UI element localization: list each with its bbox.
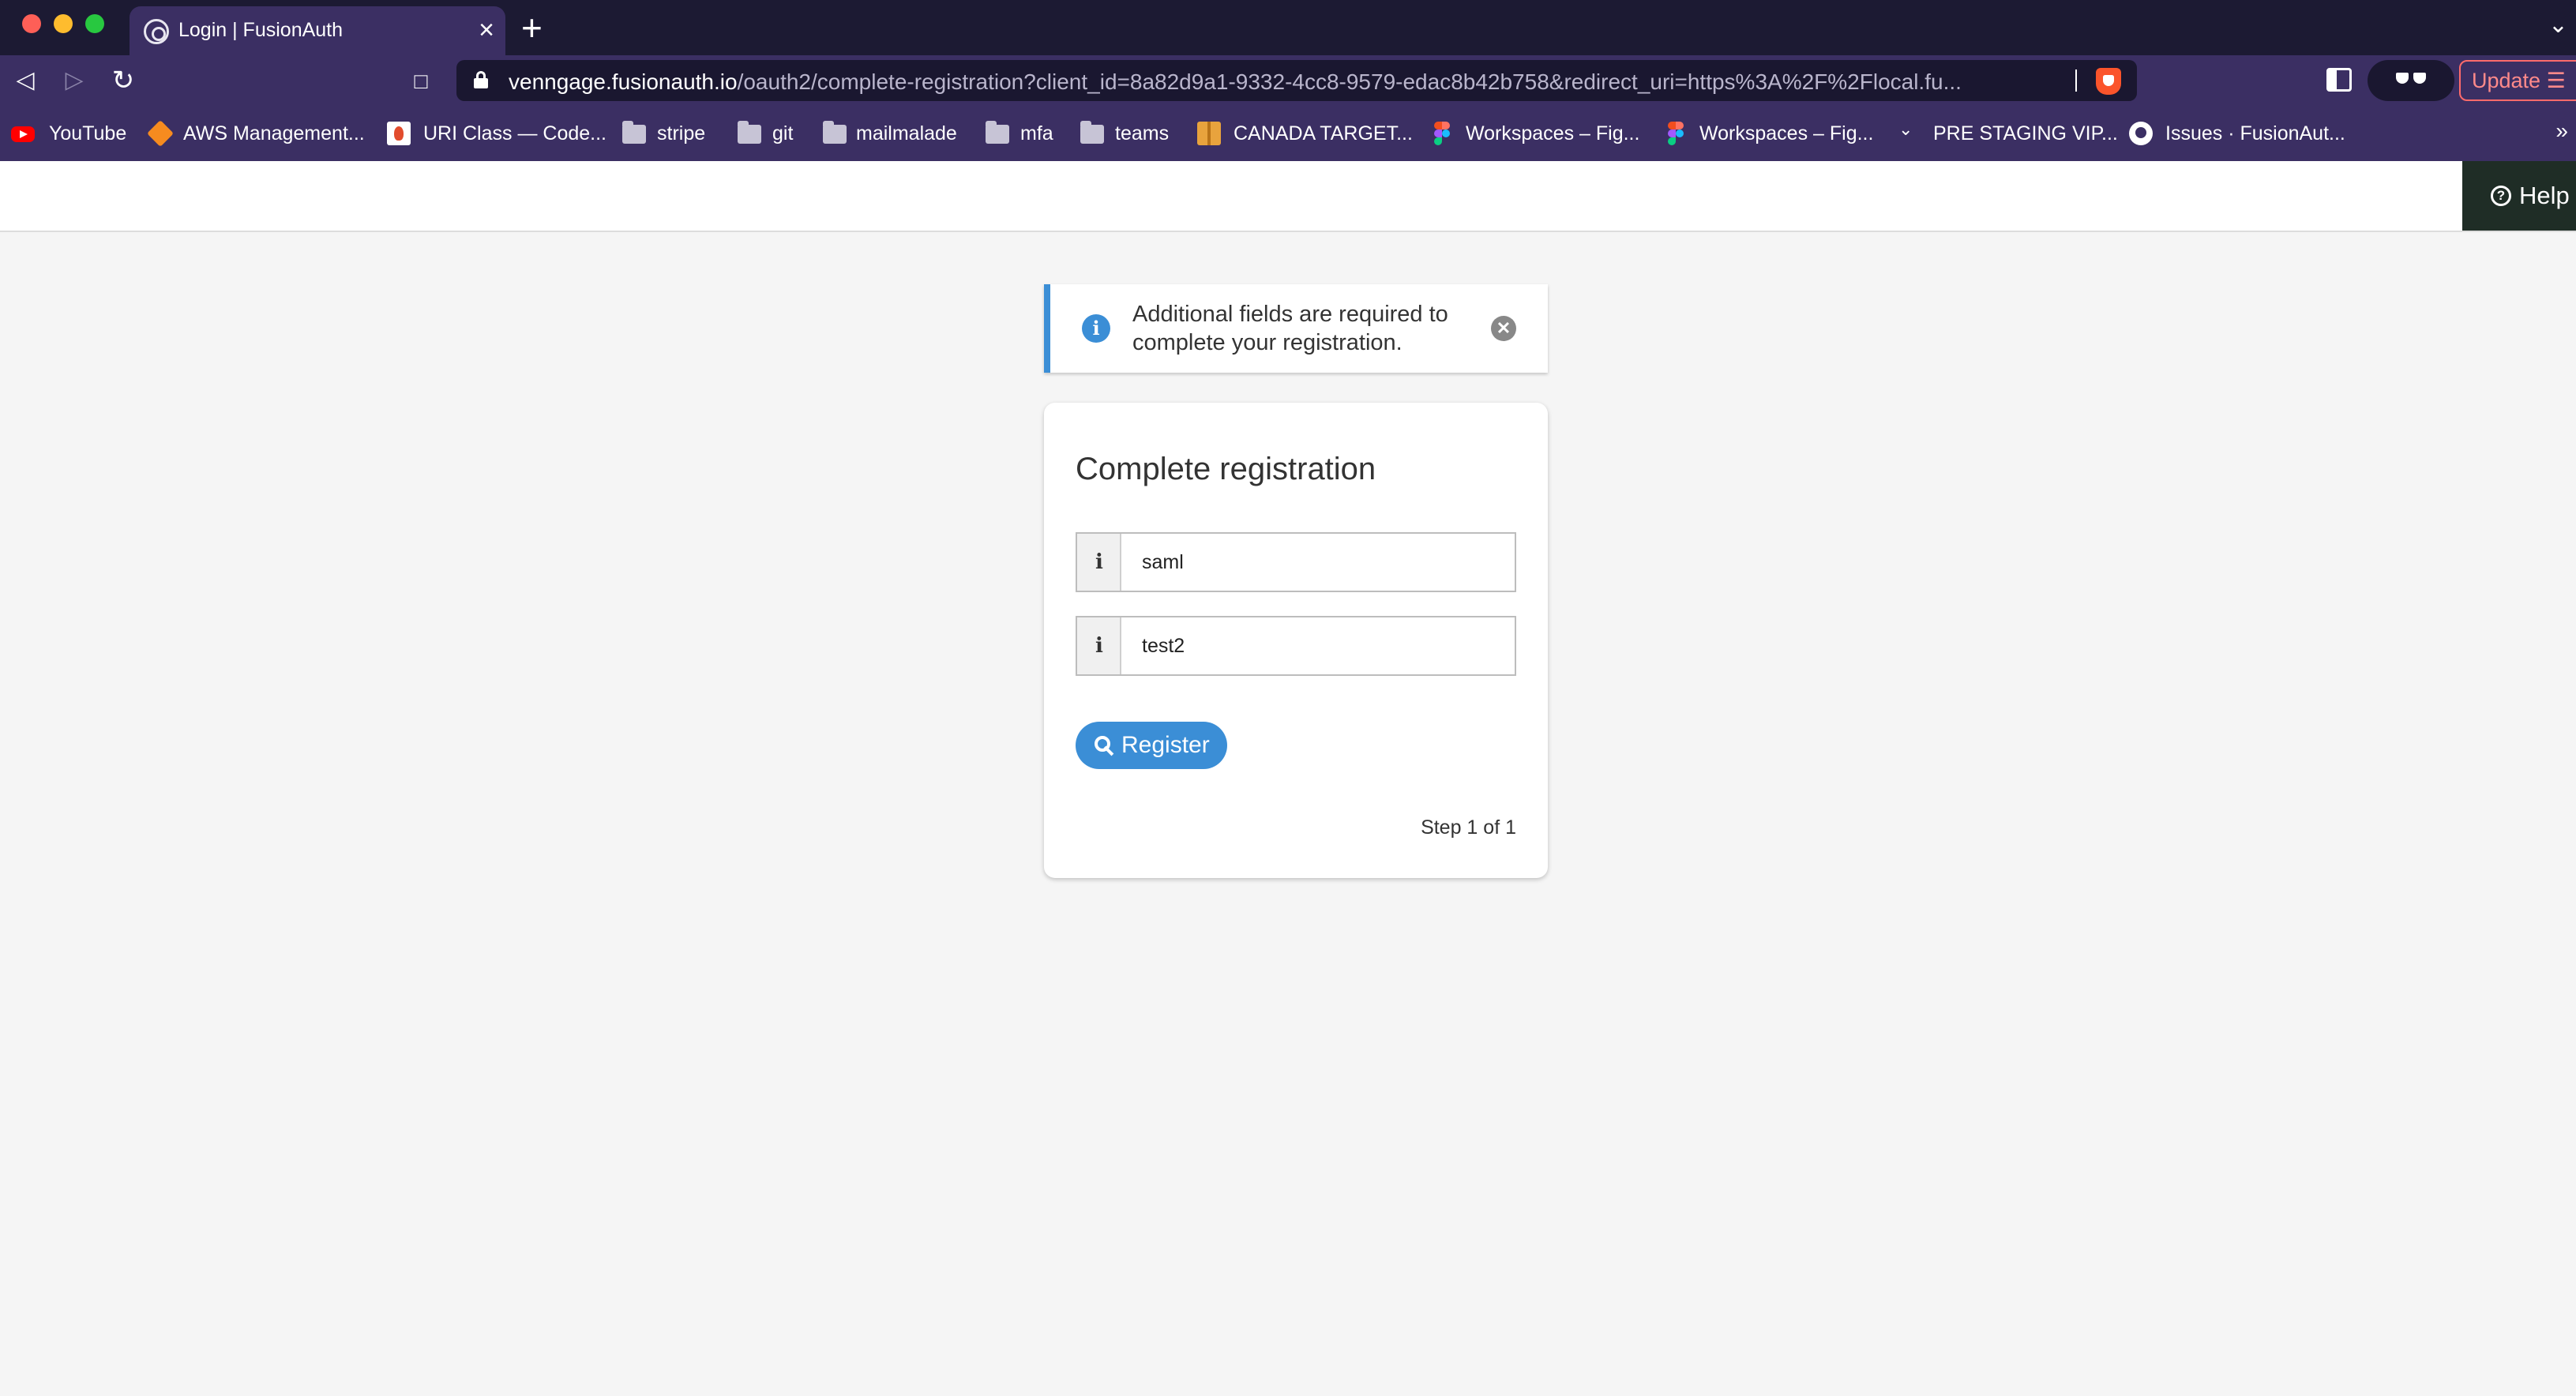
bookmark-label: Workspaces – Fig... (1699, 122, 1874, 144)
github-icon (2129, 122, 2153, 145)
chevron-icon: ⌄ (1898, 119, 1913, 139)
page-title: Complete registration (1076, 452, 1376, 486)
bookmark-label: AWS Management... (183, 122, 365, 144)
info-icon: i (1095, 550, 1103, 574)
browser-toolbar: ◁ ▷ ↻ □ venngage.fusionauth.io/oauth2/co… (0, 55, 2576, 106)
register-button[interactable]: Register (1076, 722, 1227, 769)
tab-close-icon[interactable]: × (479, 14, 494, 46)
folder-icon (622, 121, 646, 144)
bookmark-label: mailmalade (856, 122, 957, 144)
figma-icon (1434, 122, 1450, 145)
folder-icon (1080, 121, 1104, 144)
tab-menu-chevron-icon[interactable]: ⌄ (2548, 11, 2568, 39)
bookmark-label: URI Class — Code... (423, 122, 607, 144)
registration-input-1[interactable] (1125, 537, 1511, 587)
new-tab-button[interactable]: + (521, 8, 543, 47)
browser-tab[interactable]: Login | FusionAuth × (130, 6, 505, 55)
brave-shields-icon[interactable] (2096, 68, 2121, 95)
bookmark-label: mfa (1020, 122, 1053, 144)
back-button[interactable]: ◁ (8, 63, 43, 98)
register-label: Register (1121, 732, 1210, 758)
forward-button[interactable]: ▷ (57, 63, 92, 98)
folder-icon (738, 121, 761, 144)
maximize-window-button[interactable] (85, 14, 104, 33)
bookmarks-bar: YouTube AWS Management... URI Class — Co… (0, 106, 2576, 161)
package-icon (1197, 122, 1221, 145)
step-indicator: Step 1 of 1 (1421, 816, 1516, 839)
url-path: /oauth2/complete-registration?client_id=… (737, 69, 1962, 94)
aws-icon (147, 120, 174, 147)
field-info-addon: i (1077, 534, 1121, 591)
youtube-icon (11, 126, 35, 142)
help-button[interactable]: ? Help (2462, 161, 2576, 231)
fusionauth-favicon-icon (144, 19, 169, 44)
browser-title-bar: Login | FusionAuth × + ⌄ (0, 0, 2576, 55)
close-alert-icon[interactable]: ✕ (1491, 316, 1516, 341)
folder-icon (986, 121, 1009, 144)
glasses-icon (2396, 73, 2426, 87)
page-header: ? Help (0, 161, 2576, 232)
close-window-button[interactable] (22, 14, 41, 33)
registration-field-2: i (1076, 616, 1516, 676)
info-alert: i Additional fields are required to comp… (1044, 284, 1548, 373)
minimize-window-button[interactable] (54, 14, 73, 33)
alert-message: Additional fields are required to comple… (1132, 302, 1448, 355)
tab-title: Login | FusionAuth (178, 19, 344, 41)
info-icon: i (1095, 634, 1103, 658)
help-icon: ? (2491, 186, 2511, 206)
bookmark-label: teams (1115, 122, 1170, 144)
info-circle-icon: i (1082, 314, 1110, 343)
reload-button[interactable]: ↻ (106, 63, 141, 98)
uri-class-icon (387, 122, 411, 145)
address-bar[interactable]: venngage.fusionauth.io/oauth2/complete-r… (456, 60, 2137, 101)
folder-icon (823, 121, 847, 144)
bookmark-label: Workspaces – Fig... (1466, 122, 1640, 144)
sidebar-toggle-icon[interactable] (2326, 68, 2352, 92)
bookmark-label: git (772, 122, 794, 144)
bookmark-label: CANADA TARGET... (1234, 122, 1413, 144)
bookmarks-overflow-icon[interactable]: » (2555, 118, 2568, 144)
bookmark-label: YouTube (49, 122, 127, 144)
field-info-addon: i (1077, 617, 1121, 674)
url-text[interactable]: venngage.fusionauth.io/oauth2/complete-r… (509, 69, 1962, 95)
registration-field-1: i (1076, 532, 1516, 592)
update-button[interactable]: Update ☰ (2459, 60, 2576, 101)
figma-icon (1668, 122, 1684, 145)
lock-icon (474, 71, 488, 88)
registration-input-2[interactable] (1125, 621, 1511, 671)
bookmark-icon[interactable]: □ (404, 65, 437, 98)
private-window-button[interactable] (2368, 60, 2454, 101)
bookmark-label: Issues · FusionAut... (2165, 122, 2345, 144)
bookmark-label: PRE STAGING VIP... (1933, 122, 2118, 144)
url-host: venngage.fusionauth.io (509, 69, 738, 94)
url-separator (2075, 69, 2077, 92)
key-icon (1095, 736, 1115, 756)
help-label: Help (2519, 182, 2570, 209)
registration-card: Complete registration i i Register Step … (1044, 403, 1548, 878)
bookmark-label: stripe (657, 122, 706, 144)
